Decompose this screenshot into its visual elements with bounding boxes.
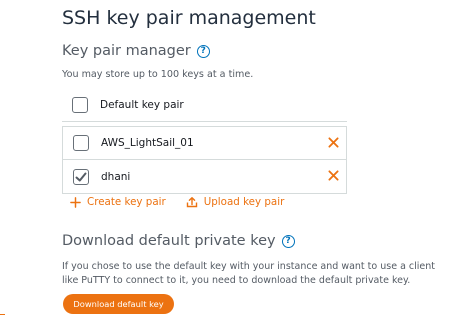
download-default-key-button[interactable]: Download default key bbox=[63, 294, 174, 314]
key-pair-manager-heading: Key pair manager ? bbox=[62, 43, 210, 59]
upload-key-pair-link[interactable]: Upload key pair bbox=[186, 196, 285, 208]
plus-icon bbox=[70, 196, 81, 208]
key-row-dhani[interactable]: dhani bbox=[62, 160, 347, 194]
key-label-aws-lightsail: AWS_LightSail_01 bbox=[101, 137, 194, 149]
delete-x-icon[interactable] bbox=[326, 168, 340, 182]
download-description: If you chose to use the default key with… bbox=[62, 261, 436, 286]
checkbox-aws-lightsail[interactable] bbox=[73, 135, 89, 151]
upload-key-pair-label: Upload key pair bbox=[203, 196, 285, 208]
create-key-pair-link[interactable]: Create key pair bbox=[70, 196, 166, 208]
question-circle-icon[interactable]: ? bbox=[196, 44, 210, 58]
key-pair-list: Default key pair AWS_LightSail_01 dhani bbox=[62, 88, 347, 194]
key-pair-actions: Create key pair Upload key pair bbox=[70, 196, 284, 208]
key-label-default: Default key pair bbox=[100, 98, 184, 111]
checkmark-icon bbox=[75, 172, 87, 181]
question-circle-icon[interactable]: ? bbox=[281, 234, 295, 248]
delete-x-icon[interactable] bbox=[326, 135, 340, 149]
key-label-dhani: dhani bbox=[101, 170, 131, 183]
edge-marker bbox=[0, 314, 5, 315]
key-limit-note: You may store up to 100 keys at a time. bbox=[62, 69, 254, 80]
download-title: Download default private key bbox=[62, 233, 276, 249]
page-title: SSH key pair management bbox=[62, 7, 316, 29]
key-row-default[interactable]: Default key pair bbox=[62, 88, 347, 122]
checkbox-dhani[interactable] bbox=[73, 168, 89, 185]
key-pair-manager-title: Key pair manager bbox=[62, 43, 191, 59]
download-section-heading: Download default private key ? bbox=[62, 233, 295, 249]
key-row-aws-lightsail[interactable]: AWS_LightSail_01 bbox=[62, 126, 347, 160]
upload-icon bbox=[186, 197, 197, 208]
checkbox-default-key[interactable] bbox=[72, 96, 88, 113]
create-key-pair-label: Create key pair bbox=[87, 196, 166, 208]
